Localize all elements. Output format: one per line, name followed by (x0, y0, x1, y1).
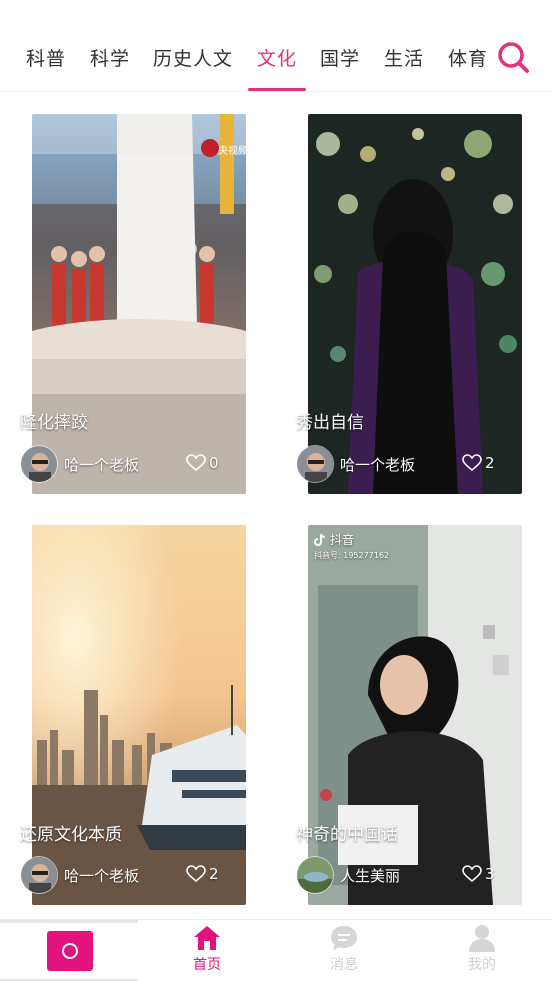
avatar[interactable] (296, 856, 334, 894)
video-thumbnail[interactable]: 抖音 抖音号: 195277162 (308, 525, 522, 905)
like-counter[interactable]: 2 (186, 865, 219, 883)
active-tab-indicator (248, 88, 306, 91)
record-icon (62, 943, 78, 959)
user-icon (469, 925, 495, 952)
heart-icon (186, 865, 206, 883)
category-tabs: 科普 科学 历史人文 文化 国学 生活 体育 (0, 0, 490, 92)
video-thumbnail[interactable]: 央视频 (32, 114, 246, 494)
nav-home[interactable]: 首页 (177, 924, 237, 980)
tab-lishirenwen[interactable]: 历史人文 (153, 44, 233, 71)
nav-profile[interactable]: 我的 (452, 924, 512, 980)
like-count: 3 (485, 865, 495, 883)
heart-icon (462, 454, 482, 472)
top-tab-bar: 科普 科学 历史人文 文化 国学 生活 体育 (0, 0, 552, 92)
tab-kepu[interactable]: 科普 (26, 44, 66, 71)
tab-kexue[interactable]: 科学 (90, 44, 130, 71)
search-button[interactable] (494, 38, 534, 78)
like-count: 2 (209, 865, 219, 883)
video-card[interactable]: 还原文化本质 哈一个老板 2 (20, 525, 246, 905)
douyin-watermark: 抖音 (314, 531, 354, 548)
home-icon (194, 926, 220, 950)
author-name[interactable]: 哈一个老板 (64, 865, 139, 886)
like-counter[interactable]: 2 (462, 454, 495, 472)
nav-messages[interactable]: 消息 (314, 924, 374, 980)
video-title: 隆化摔跤 (20, 413, 88, 433)
video-thumbnail[interactable] (32, 525, 246, 905)
record-button[interactable] (47, 931, 93, 971)
search-icon (498, 42, 529, 73)
like-count: 2 (485, 454, 495, 472)
cctv-badge: 央视频 (218, 144, 246, 157)
video-title: 还原文化本质 (20, 825, 122, 845)
like-counter[interactable]: 3 (462, 865, 495, 883)
video-title: 神奇的中国话 (296, 825, 398, 845)
douyin-icon (314, 533, 326, 546)
like-count: 0 (209, 454, 219, 472)
tab-tiyu[interactable]: 体育 (448, 44, 488, 71)
author-name[interactable]: 哈一个老板 (340, 454, 415, 475)
nav-home-label: 首页 (193, 957, 221, 973)
bottom-nav: 首页 消息 我的 (0, 919, 552, 981)
author-name[interactable]: 人生美丽 (340, 865, 400, 886)
nav-profile-label: 我的 (468, 957, 496, 973)
video-title: 秀出自信 (296, 413, 364, 433)
heart-icon (462, 865, 482, 883)
video-card[interactable]: 秀出自信 哈一个老板 2 (296, 114, 522, 494)
heart-icon (186, 454, 206, 472)
douyin-id: 抖音号: 195277162 (314, 551, 390, 560)
douyin-label: 抖音 (330, 533, 355, 547)
like-counter[interactable]: 0 (186, 454, 219, 472)
message-icon (331, 926, 357, 950)
tab-shenghuo[interactable]: 生活 (384, 44, 424, 71)
author-name[interactable]: 哈一个老板 (64, 454, 139, 475)
avatar[interactable] (20, 856, 58, 894)
tab-guoxue[interactable]: 国学 (320, 44, 360, 71)
video-thumbnail[interactable] (308, 114, 522, 494)
video-card[interactable]: 央视频 隆化摔跤 哈一个老板 0 (20, 114, 246, 494)
nav-messages-label: 消息 (330, 957, 358, 973)
video-card[interactable]: 抖音 抖音号: 195277162 神奇的中国话 人生美丽 3 (296, 525, 522, 905)
avatar[interactable] (20, 445, 58, 483)
tab-wenhua[interactable]: 文化 (257, 44, 297, 71)
avatar[interactable] (296, 445, 334, 483)
